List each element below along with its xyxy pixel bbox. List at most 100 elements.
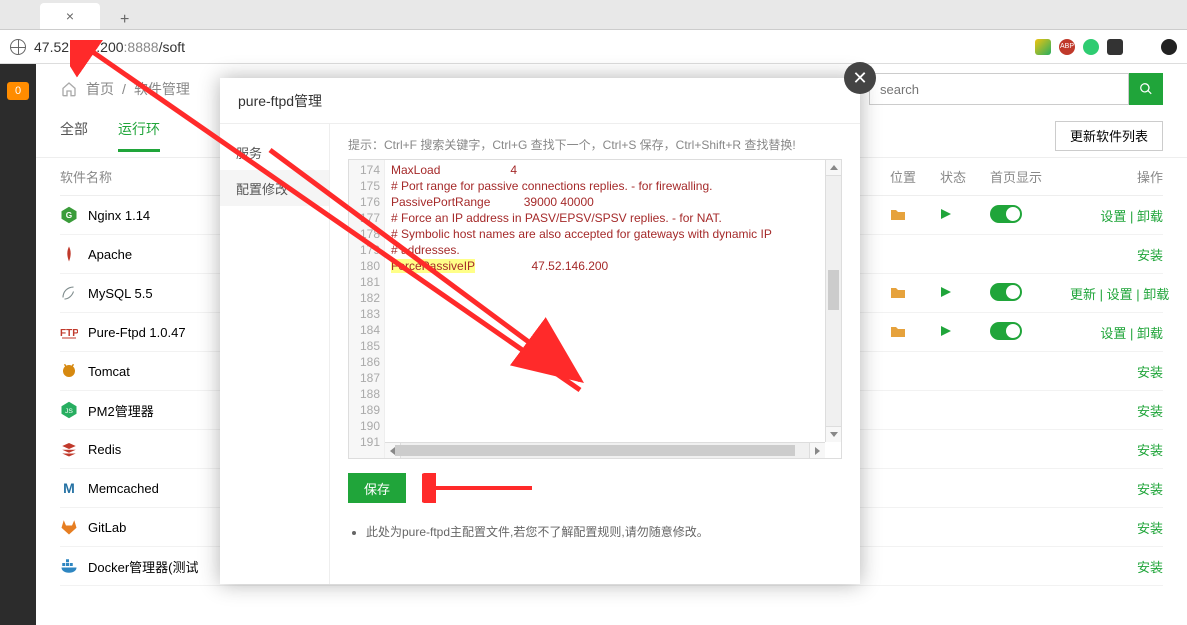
- sidebar-badge[interactable]: 0: [7, 82, 29, 100]
- display-toggle[interactable]: [990, 283, 1022, 301]
- th-op: 操作: [1070, 167, 1163, 186]
- op-setting[interactable]: 设置: [1107, 287, 1133, 302]
- folder-icon[interactable]: [890, 207, 906, 221]
- td-op: 安装: [1070, 440, 1163, 459]
- soft-name: Nginx 1.14: [88, 208, 150, 223]
- ftp-icon: FTP: [60, 323, 78, 341]
- browser-tab[interactable]: ×: [40, 3, 100, 29]
- modal-sidebar: 服务 配置修改: [220, 124, 330, 584]
- scroll-up-arrow-icon[interactable]: [826, 160, 841, 176]
- close-icon[interactable]: ×: [66, 8, 74, 24]
- url-host: 47.52.146.200: [34, 39, 124, 55]
- mysql-icon: [60, 284, 78, 302]
- crumb-home[interactable]: 首页: [86, 79, 114, 99]
- tab-all[interactable]: 全部: [60, 119, 88, 152]
- scroll-right-arrow-icon[interactable]: [809, 443, 825, 458]
- op-install[interactable]: 安装: [1137, 521, 1163, 536]
- crumb-current: 软件管理: [134, 79, 190, 99]
- config-editor[interactable]: 1741751761771781791801811821831841851861…: [348, 159, 842, 459]
- modal-tab-service[interactable]: 服务: [220, 134, 329, 170]
- browser-tab-bar: × +: [0, 0, 1187, 30]
- editor-gutter: 1741751761771781791801811821831841851861…: [349, 160, 385, 458]
- editor-hint: 提示：Ctrl+F 搜索关键字，Ctrl+G 查找下一个，Ctrl+S 保存，C…: [348, 136, 842, 153]
- search-button[interactable]: [1129, 73, 1163, 105]
- category-tabs: 全部 运行环: [60, 119, 160, 152]
- scroll-down-arrow-icon[interactable]: [826, 426, 841, 442]
- op-setting[interactable]: 设置: [1100, 209, 1126, 224]
- search-input[interactable]: [869, 73, 1129, 105]
- address-bar[interactable]: 47.52.146.200 :8888 /soft ABP: [0, 30, 1187, 64]
- url-port: :8888: [124, 39, 159, 55]
- op-install[interactable]: 安装: [1137, 443, 1163, 458]
- abp-icon[interactable]: ABP: [1059, 39, 1075, 55]
- annotation-arrow-icon: [422, 473, 542, 503]
- nginx-icon: G: [60, 206, 78, 224]
- editor-hscroll[interactable]: [385, 442, 825, 458]
- th-stat: 状态: [940, 167, 990, 186]
- op-update[interactable]: 更新: [1070, 287, 1096, 302]
- op-uninstall[interactable]: 卸载: [1137, 209, 1163, 224]
- new-tab-button[interactable]: +: [120, 11, 129, 29]
- op-setting[interactable]: 设置: [1100, 326, 1126, 341]
- td-loc[interactable]: [890, 285, 940, 302]
- globe-icon: [10, 39, 26, 55]
- op-install[interactable]: 安装: [1137, 482, 1163, 497]
- display-toggle[interactable]: [990, 322, 1022, 340]
- home-icon: [60, 81, 78, 97]
- vscroll-thumb[interactable]: [828, 270, 839, 310]
- ext-icon-5[interactable]: [1161, 39, 1177, 55]
- soft-name: Docker管理器(测试: [88, 557, 199, 576]
- soft-name: PM2管理器: [88, 401, 154, 420]
- hscroll-thumb[interactable]: [395, 445, 795, 456]
- play-icon[interactable]: [940, 208, 952, 220]
- soft-name: GitLab: [88, 520, 126, 535]
- td-disp[interactable]: [990, 283, 1070, 304]
- op-uninstall[interactable]: 卸载: [1137, 326, 1163, 341]
- modal-tab-config[interactable]: 配置修改: [220, 170, 329, 206]
- td-disp[interactable]: [990, 205, 1070, 226]
- tomcat-icon: [60, 362, 78, 380]
- td-disp[interactable]: [990, 322, 1070, 343]
- svg-text:G: G: [66, 211, 72, 220]
- td-op: 更新 | 设置 | 卸载: [1070, 284, 1169, 303]
- left-sidebar: 0: [0, 64, 36, 625]
- td-stat[interactable]: [940, 208, 990, 223]
- display-toggle[interactable]: [990, 205, 1022, 223]
- td-op: 安装: [1070, 401, 1163, 420]
- td-op: 安装: [1070, 479, 1163, 498]
- gitlab-icon: [60, 518, 78, 536]
- op-uninstall[interactable]: 卸载: [1143, 287, 1169, 302]
- update-list-button[interactable]: 更新软件列表: [1055, 121, 1163, 151]
- td-op: 安装: [1070, 245, 1163, 264]
- th-loc: 位置: [890, 167, 940, 186]
- editor-vscroll[interactable]: [825, 160, 841, 442]
- ext-icon-3[interactable]: [1083, 39, 1099, 55]
- soft-name: Tomcat: [88, 364, 130, 379]
- svg-text:M: M: [63, 480, 75, 496]
- td-stat[interactable]: [940, 286, 990, 301]
- td-loc[interactable]: [890, 207, 940, 224]
- op-install[interactable]: 安装: [1137, 365, 1163, 380]
- modal-close-button[interactable]: ✕: [844, 62, 876, 94]
- ext-icon-1[interactable]: [1035, 39, 1051, 55]
- folder-icon[interactable]: [890, 324, 906, 338]
- play-icon[interactable]: [940, 325, 952, 337]
- redis-icon: [60, 440, 78, 458]
- editor-code[interactable]: MaxLoad 4# Port range for passive connec…: [385, 160, 841, 458]
- extension-icons: ABP: [1035, 39, 1177, 55]
- op-install[interactable]: 安装: [1137, 560, 1163, 575]
- op-install[interactable]: 安装: [1137, 248, 1163, 263]
- op-install[interactable]: 安装: [1137, 404, 1163, 419]
- tab-running[interactable]: 运行环: [118, 119, 160, 152]
- td-loc[interactable]: [890, 324, 940, 341]
- soft-name: Pure-Ftpd 1.0.47: [88, 325, 186, 340]
- play-icon[interactable]: [940, 286, 952, 298]
- breadcrumb: 首页 / 软件管理: [60, 79, 190, 99]
- td-stat[interactable]: [940, 325, 990, 340]
- folder-icon[interactable]: [890, 285, 906, 299]
- svg-text:JS: JS: [65, 408, 73, 415]
- docker-icon: [60, 557, 78, 575]
- soft-name: Apache: [88, 247, 132, 262]
- ext-icon-4[interactable]: [1107, 39, 1123, 55]
- save-button[interactable]: 保存: [348, 473, 406, 503]
